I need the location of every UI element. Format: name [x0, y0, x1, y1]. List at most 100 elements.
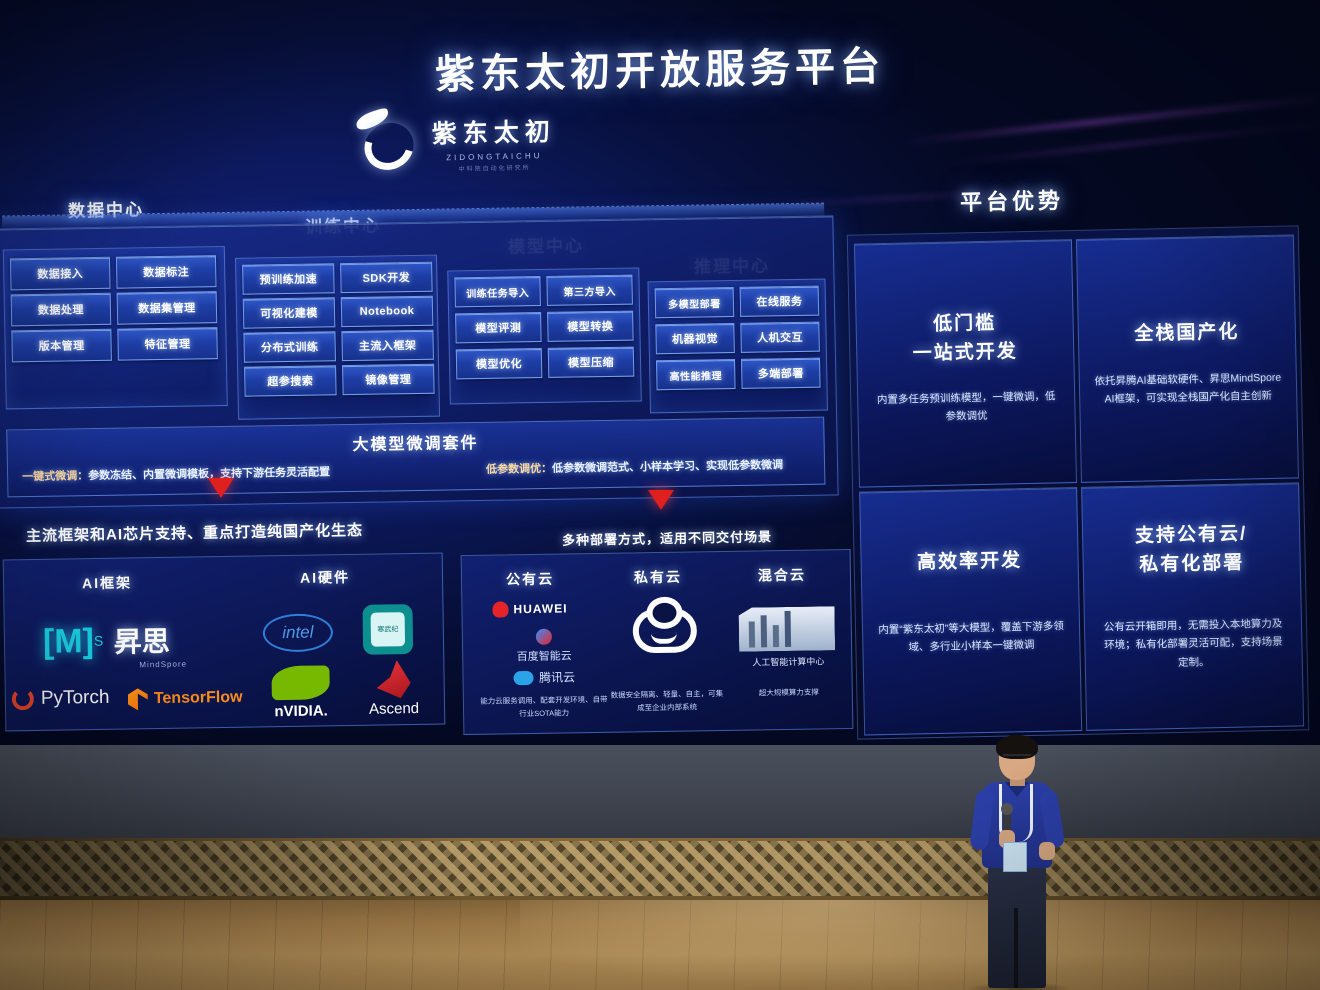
advantage-heading: 高效率开发	[916, 550, 1023, 574]
brand-logo: 紫东太初 ZIDONGTAICHU 中科院自动化研究所	[354, 107, 557, 179]
chip-pretrain-accel[interactable]: 预训练加速	[242, 263, 335, 295]
finetune-right-key: 低参数调优：	[485, 462, 553, 476]
finetune-right-text: 低参数微调范式、小样本学习、实现低参数微调	[551, 459, 784, 475]
tencent-cloud-label: 腾讯云	[538, 670, 576, 685]
advantages-grid: 低门槛 一站式开发 内置多任务预训练模型，一键微调，低参数调优 全栈国产化 依托…	[846, 225, 1310, 740]
chip-hci[interactable]: 人机交互	[740, 321, 820, 353]
data-center-group: 数据接入 数据标注 数据处理 数据集管理 版本管理 特征管理	[2, 245, 228, 410]
huawei-petal-icon	[492, 601, 509, 618]
nvidia-logo: nVIDIA.	[257, 665, 344, 720]
cambricon-label: 寒武纪	[370, 612, 406, 647]
pytorch-label: PyTorch	[40, 686, 110, 709]
public-cloud-desc: 能力云服务调用、配套开发环境、自带行业SOTA能力	[480, 694, 608, 718]
platform-architecture-panel: 数据接入 数据标注 数据处理 数据集管理 版本管理 特征管理 预训练加速 SDK…	[0, 215, 839, 509]
cambricon-logo: 寒武纪	[362, 604, 414, 655]
ascend-label: Ascend	[368, 699, 420, 718]
chip-machine-vision[interactable]: 机器视觉	[655, 322, 735, 355]
finetune-suite-bar: 大模型微调套件 一键式微调：参数冻结、内置微调模板，支持下游任务灵活配置 低参数…	[6, 416, 826, 498]
brand-subtitle: 中科院自动化研究所	[458, 164, 531, 173]
chip-hparam-search[interactable]: 超参搜索	[244, 365, 337, 397]
chip-model-convert[interactable]: 模型转换	[547, 310, 634, 342]
light-streak	[900, 95, 1320, 145]
banner-deployment: 多种部署方式，适用不同交付场景	[561, 529, 773, 548]
finetune-left-key: 一键式微调：	[22, 470, 89, 484]
advantage-body: 依托昇腾AI基础软硬件、昇思MindSpore AI框架，可实现全栈国产化自主创…	[1094, 371, 1282, 406]
chip-sdk-dev[interactable]: SDK开发	[340, 261, 433, 294]
chip-train-task-import[interactable]: 训练任务导入	[454, 276, 541, 308]
ai-computing-center-label: 人工智能计算中心	[752, 656, 825, 668]
intel-label: intel	[282, 622, 314, 643]
floor-light-glow	[520, 900, 1220, 990]
baidu-cloud-label: 百度智能云	[516, 650, 572, 664]
chip-high-perf-infer[interactable]: 高性能推理	[656, 358, 736, 391]
finetune-left-line: 一键式微调：参数冻结、内置微调模板，支持下游任务灵活配置	[22, 463, 330, 484]
hybrid-cloud-desc: 超大规模算力支撑	[758, 687, 819, 698]
baidu-cloud-logo: 百度智能云	[489, 628, 600, 665]
framework-header: AI框架	[81, 574, 133, 592]
chip-mainstream-fw[interactable]: 主流入框架	[341, 329, 434, 362]
public-cloud-header: 公有云	[505, 570, 555, 588]
chip-image-mgmt[interactable]: 镜像管理	[342, 363, 435, 396]
finetune-right-line: 低参数调优：低参数微调范式、小样本学习、实现低参数微调	[486, 456, 783, 477]
chip-multi-model-deploy[interactable]: 多模型部署	[654, 287, 735, 319]
mindspore-cn: 昇思	[113, 625, 171, 658]
presentation-screen: 紫东太初开放服务平台 紫东太初 ZIDONGTAICHU 中科院自动化研究所 数…	[0, 0, 1320, 745]
chip-data-ingest[interactable]: 数据接入	[9, 256, 111, 291]
advantage-body: 内置多任务预训练模型，一键微调，低参数调优	[876, 390, 1056, 424]
banner-frameworks: 主流框架和AI芯片支持、重点打造纯国产化生态	[25, 522, 364, 545]
advantage-heading: 低门槛 一站式开发	[912, 312, 1018, 364]
advantage-card-low-barrier[interactable]: 低门槛 一站式开发 内置多任务预训练模型，一键微调，低参数调优	[853, 239, 1078, 488]
chip-model-compress[interactable]: 模型压缩	[547, 346, 635, 378]
chip-data-process[interactable]: 数据处理	[10, 292, 112, 327]
brand-name-cn: 紫东太初	[431, 117, 557, 149]
chip-online-service[interactable]: 在线服务	[739, 285, 820, 317]
advantage-card-full-stack-domestic[interactable]: 全栈国产化 依托昇腾AI基础软硬件、昇思MindSpore AI框架，可实现全栈…	[1075, 234, 1299, 483]
lattice-shading	[0, 838, 1320, 900]
chip-notebook[interactable]: Notebook	[340, 295, 434, 328]
glasses-icon	[1003, 754, 1031, 760]
chip-dataset-mgmt[interactable]: 数据集管理	[116, 291, 218, 325]
advantage-body: 内置“紫东太初”等大模型，覆盖下游多领域、多行业小样本一键微调	[878, 619, 1064, 654]
tensorflow-label: TensorFlow	[153, 688, 243, 708]
training-center-group: 预训练加速 SDK开发 可视化建模 Notebook 分布式训练 主流入框架 超…	[234, 254, 441, 420]
chip-feature-mgmt[interactable]: 特征管理	[117, 327, 218, 361]
hybrid-cloud-header: 混合云	[757, 566, 807, 584]
chip-model-eval[interactable]: 模型评测	[455, 312, 542, 344]
framework-hardware-box: AI框架 AI硬件 [M]S 昇思 MindSpore PyTorch Tens…	[2, 552, 446, 732]
mindspore-en: MindSpore	[139, 659, 188, 670]
tensorflow-logo: TensorFlow	[128, 687, 243, 711]
light-streak	[940, 121, 1320, 166]
huawei-logo: HUAWEI	[492, 600, 568, 618]
chip-data-label[interactable]: 数据标注	[115, 255, 217, 289]
chip-version-mgmt[interactable]: 版本管理	[11, 328, 112, 363]
advantage-heading: 支持公有云/ 私有化部署	[1134, 523, 1248, 576]
slide-title: 紫东太初开放服务平台	[434, 44, 886, 98]
nvidia-eye-icon	[271, 665, 330, 701]
brand-name-en: ZIDONGTAICHU	[446, 150, 543, 162]
badge	[1003, 842, 1027, 872]
chip-visual-model[interactable]: 可视化建模	[242, 297, 336, 329]
hardware-header: AI硬件	[299, 569, 351, 586]
advantage-card-high-efficiency[interactable]: 高效率开发 内置“紫东太初”等大模型，覆盖下游多领域、多行业小样本一键微调	[859, 487, 1083, 736]
ascend-logo: Ascend	[353, 660, 434, 718]
chip-multi-end-deploy[interactable]: 多端部署	[741, 357, 821, 389]
pytorch-logo: PyTorch	[11, 686, 110, 711]
tensorflow-mark-icon	[128, 688, 148, 710]
chip-distributed[interactable]: 分布式训练	[243, 331, 336, 363]
advantages-title: 平台优势	[959, 187, 1065, 216]
advantage-card-cloud-deploy[interactable]: 支持公有云/ 私有化部署 公有云开箱即用，无需投入本地算力及环境；私有化部署灵活…	[1081, 482, 1305, 731]
ai-computing-center-icon	[738, 598, 835, 652]
chip-model-optimize[interactable]: 模型优化	[455, 348, 543, 380]
private-cloud-desc: 数据安全隔离、轻量、自主，可集成至企业内部系统	[610, 688, 724, 713]
mindspore-sup: S	[93, 632, 104, 649]
conference-photo: 紫东太初开放服务平台 紫东太初 ZIDONGTAICHU 中科院自动化研究所 数…	[0, 0, 1320, 990]
mindspore-bracket-mark: [M]	[42, 622, 95, 661]
ascend-mark-icon	[376, 660, 411, 699]
finetune-suite-title: 大模型微调套件	[352, 435, 479, 455]
tencent-cloud-logo: 腾讯云	[489, 668, 599, 687]
presenter	[955, 735, 1075, 990]
chip-third-party-import[interactable]: 第三方导入	[546, 274, 633, 306]
zidongtaichu-mark-icon	[354, 107, 423, 179]
down-arrow-left-icon	[208, 478, 234, 498]
baidu-mark-icon	[535, 628, 553, 645]
